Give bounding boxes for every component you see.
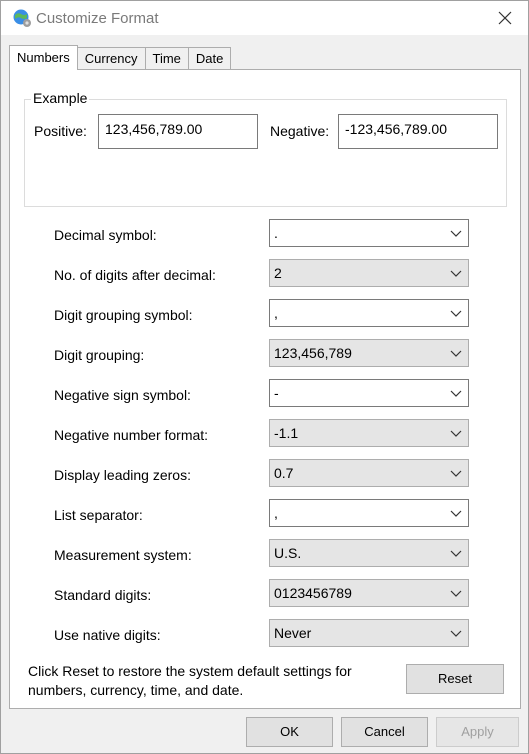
measurement-system-value: U.S. [274, 545, 302, 561]
standard-digits-dropdown[interactable]: 0123456789 [269, 579, 469, 607]
chevron-down-icon [450, 390, 462, 397]
negative-sign-symbol-value: - [274, 385, 279, 401]
digits-after-decimal-value: 2 [274, 265, 282, 281]
use-native-digits-value: Never [274, 625, 312, 641]
negative-number-format-value: -1.1 [274, 425, 299, 441]
cancel-button[interactable]: Cancel [341, 717, 428, 747]
use-native-digits-dropdown[interactable]: Never [269, 619, 469, 647]
digit-grouping-dropdown[interactable]: 123,456,789 [269, 339, 469, 367]
list-separator-label: List separator: [54, 507, 143, 523]
chevron-down-icon [450, 470, 462, 477]
list-separator-value: , [274, 505, 278, 521]
measurement-system-dropdown[interactable]: U.S. [269, 539, 469, 567]
display-leading-zeros-label: Display leading zeros: [54, 467, 191, 483]
standard-digits-value: 0123456789 [274, 585, 352, 601]
apply-button[interactable]: Apply [436, 717, 519, 747]
chevron-down-icon [450, 350, 462, 357]
list-separator-combobox[interactable]: , [269, 499, 469, 527]
negative-number-format-dropdown[interactable]: -1.1 [269, 419, 469, 447]
ok-button[interactable]: OK [246, 717, 333, 747]
title-bar: Customize Format [1, 1, 528, 35]
chevron-down-icon [450, 590, 462, 597]
digit-grouping-symbol-value: , [274, 305, 278, 321]
numbers-panel: Example Positive: 123,456,789.00 Negativ… [9, 69, 521, 709]
negative-label: Negative: [270, 123, 330, 139]
display-leading-zeros-value: 0.7 [274, 465, 294, 481]
digits-after-decimal-label: No. of digits after decimal: [54, 267, 216, 283]
chevron-down-icon [450, 310, 462, 317]
positive-example-field: 123,456,789.00 [98, 114, 258, 149]
window-title: Customize Format [36, 10, 159, 27]
tab-currency[interactable]: Currency [76, 47, 146, 69]
chevron-down-icon [450, 630, 462, 637]
digit-grouping-label: Digit grouping: [54, 347, 145, 363]
chevron-down-icon [450, 430, 462, 437]
globe-gear-icon [12, 8, 32, 28]
chevron-down-icon [450, 230, 462, 237]
use-native-digits-label: Use native digits: [54, 627, 161, 643]
decimal-symbol-label: Decimal symbol: [54, 227, 157, 243]
digit-grouping-symbol-combobox[interactable]: , [269, 299, 469, 327]
tab-numbers[interactable]: Numbers [9, 45, 78, 70]
reset-button[interactable]: Reset [406, 664, 504, 694]
display-leading-zeros-dropdown[interactable]: 0.7 [269, 459, 469, 487]
chevron-down-icon [450, 510, 462, 517]
reset-help-text: Click Reset to restore the system defaul… [28, 663, 352, 698]
negative-sign-symbol-combobox[interactable]: - [269, 379, 469, 407]
example-group-label: Example [31, 90, 90, 106]
tab-time[interactable]: Time [144, 47, 189, 69]
tab-strip: Numbers Currency Time Date [9, 45, 232, 70]
digit-grouping-value: 123,456,789 [274, 345, 352, 361]
negative-number-format-label: Negative number format: [54, 427, 209, 443]
decimal-symbol-value: . [274, 225, 278, 241]
tab-date[interactable]: Date [187, 47, 232, 69]
negative-example-field: -123,456,789.00 [338, 114, 498, 149]
close-icon[interactable] [492, 5, 518, 31]
digits-after-decimal-dropdown[interactable]: 2 [269, 259, 469, 287]
measurement-system-label: Measurement system: [54, 547, 192, 563]
chevron-down-icon [450, 270, 462, 277]
digit-grouping-symbol-label: Digit grouping symbol: [54, 307, 193, 323]
positive-label: Positive: [34, 123, 87, 139]
example-group: Example Positive: 123,456,789.00 Negativ… [24, 90, 507, 207]
chevron-down-icon [450, 550, 462, 557]
customize-format-dialog: Customize Format Numbers Currency Time D… [0, 0, 529, 754]
decimal-symbol-combobox[interactable]: . [269, 219, 469, 247]
standard-digits-label: Standard digits: [54, 587, 152, 603]
negative-sign-symbol-label: Negative sign symbol: [54, 387, 191, 403]
